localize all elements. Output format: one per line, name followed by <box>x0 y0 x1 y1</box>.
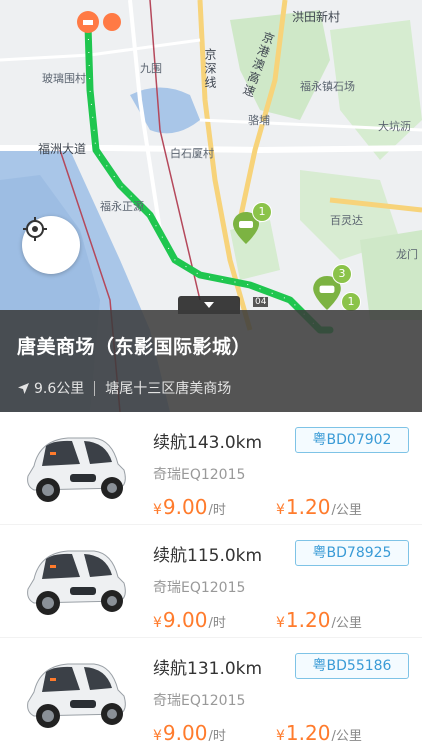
car-image <box>27 550 126 615</box>
map-label: 龙门 <box>396 248 418 261</box>
time-price: ¥9.00/时 <box>153 495 226 519</box>
km-price-value: 1.20 <box>285 608 331 632</box>
time-price: ¥9.00/时 <box>153 608 226 632</box>
car-list[interactable]: 续航143.0km 粤BD07902 奇瑞EQ12015 ¥9.00/时 ¥1.… <box>0 412 422 750</box>
chevron-down-icon <box>204 302 214 308</box>
plate-badge: 粤BD55186 <box>295 653 409 679</box>
km-price-unit: /公里 <box>331 616 362 631</box>
time-price-unit: /时 <box>208 503 226 518</box>
km-price: ¥1.20/公里 <box>276 495 362 519</box>
currency-symbol: ¥ <box>276 502 285 518</box>
time-price-value: 9.00 <box>162 721 208 745</box>
map-label: 九围 <box>140 62 162 75</box>
car-range: 续航115.0km <box>153 546 263 566</box>
station-title: 唐美商场（东影国际影城） <box>17 336 252 358</box>
station-address: 塘尾十三区唐美商场 <box>105 381 232 397</box>
car-image <box>27 663 126 728</box>
car-list-item[interactable]: 续航131.0km 粤BD55186 奇瑞EQ12015 ¥9.00/时 ¥1.… <box>0 638 422 750</box>
map-label: 骆埔 <box>248 114 270 127</box>
car-range: 续航143.0km <box>153 433 263 453</box>
currency-symbol: ¥ <box>153 728 162 744</box>
map-label: 大坑沥 <box>378 120 411 133</box>
cluster-count-badge[interactable]: 1 <box>341 292 361 312</box>
car-list-item[interactable]: 续航143.0km 粤BD07902 奇瑞EQ12015 ¥9.00/时 ¥1.… <box>0 412 422 524</box>
time-price: ¥9.00/时 <box>153 721 226 745</box>
station-meta: 9.6公里 塘尾十三区唐美商场 <box>17 378 231 398</box>
map-label: 玻璃围村 <box>42 72 86 85</box>
plate-badge: 粤BD78925 <box>295 540 409 566</box>
divider <box>94 380 96 396</box>
km-price-value: 1.20 <box>285 721 331 745</box>
map-label: 白石厦村 <box>170 147 214 160</box>
currency-symbol: ¥ <box>276 728 285 744</box>
km-price: ¥1.20/公里 <box>276 721 362 745</box>
map-label: 福洲大道 <box>38 142 87 156</box>
crosshair-icon <box>23 217 47 241</box>
map-label: 福永正源 <box>100 200 144 213</box>
car-image <box>27 437 126 502</box>
currency-symbol: ¥ <box>153 615 162 631</box>
km-price: ¥1.20/公里 <box>276 608 362 632</box>
cluster-count-badge[interactable]: 1 <box>252 202 272 222</box>
km-price-value: 1.20 <box>285 495 331 519</box>
map-label: 京深线 <box>203 48 217 90</box>
car-model: 奇瑞EQ12015 <box>153 467 246 483</box>
map-label: 百灵达 <box>330 214 363 227</box>
car-range: 续航131.0km <box>153 659 263 679</box>
km-price-unit: /公里 <box>331 729 362 744</box>
time-price-value: 9.00 <box>162 608 208 632</box>
locate-me-button[interactable] <box>22 216 80 274</box>
navigation-arrow-icon <box>18 382 29 394</box>
route-label: 04 <box>253 297 269 307</box>
currency-symbol: ¥ <box>276 615 285 631</box>
car-list-item[interactable]: 续航115.0km 粤BD78925 奇瑞EQ12015 ¥9.00/时 ¥1.… <box>0 525 422 637</box>
time-price-value: 9.00 <box>162 495 208 519</box>
station-distance: 9.6公里 <box>34 381 85 397</box>
station-info-panel[interactable]: 唐美商场（东影国际影城） 9.6公里 塘尾十三区唐美商场 <box>0 310 422 412</box>
car-model: 奇瑞EQ12015 <box>153 693 246 709</box>
currency-symbol: ¥ <box>153 502 162 518</box>
car-model: 奇瑞EQ12015 <box>153 580 246 596</box>
time-price-unit: /时 <box>208 616 226 631</box>
plate-badge: 粤BD07902 <box>295 427 409 453</box>
time-price-unit: /时 <box>208 729 226 744</box>
map-label: 福永镇石场 <box>300 80 355 93</box>
km-price-unit: /公里 <box>331 503 362 518</box>
map-label: 洪田新村 <box>292 10 341 24</box>
cluster-count-badge[interactable]: 3 <box>332 264 352 284</box>
